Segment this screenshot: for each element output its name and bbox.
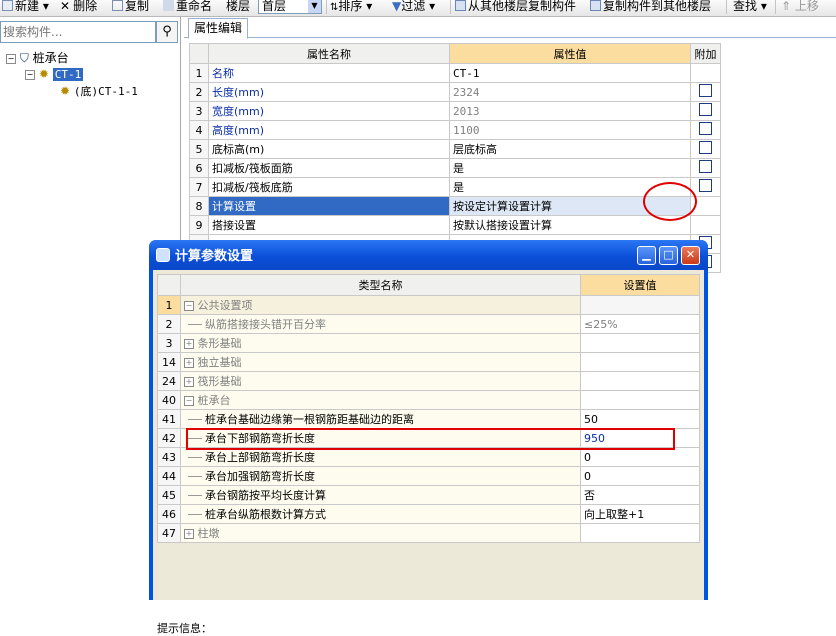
table-row[interactable]: 1 名称 CT-1	[189, 63, 721, 83]
copy-from-floor-button[interactable]: 从其他楼层复制构件	[455, 0, 576, 14]
annotation-highlight-box	[186, 428, 675, 450]
tree-node-ct1-1[interactable]: ✹ (底)CT-1-1	[60, 83, 138, 99]
table-row[interactable]: 6 扣减板/筏板面筋 是	[189, 158, 721, 178]
expand-icon[interactable]: +	[184, 339, 194, 349]
table-row[interactable]: 41 桩承台基础边缘第一根钢筋距基础边的距离 50	[157, 409, 700, 429]
collapse-icon[interactable]: −	[25, 70, 35, 80]
table-row[interactable]: 46 桩承台纵筋根数计算方式 向上取整+1	[157, 504, 700, 524]
table-row[interactable]: 4 高度(mm) 1100	[189, 120, 721, 140]
search-input[interactable]: 搜索构件...	[0, 21, 156, 43]
expand-icon[interactable]: +	[184, 358, 194, 368]
app-icon	[156, 248, 170, 262]
minimize-icon: ▁	[642, 248, 651, 261]
pile-cap-icon: ⛉	[19, 51, 29, 65]
table-row[interactable]: 43 承台上部钢筋弯折长度 0	[157, 447, 700, 467]
close-icon: ✕	[685, 248, 696, 261]
copy-to-floor-icon	[590, 0, 601, 11]
property-tabstrip: 属性编辑	[184, 17, 836, 39]
dialog-title: 计算参数设置	[175, 249, 254, 264]
arrow-up-icon: ⇑	[781, 0, 792, 13]
column-header-value: 属性值	[449, 43, 691, 64]
search-icon: ⚲	[162, 24, 172, 39]
maximize-button[interactable]: □	[659, 246, 678, 265]
gear-icon: ✹	[60, 84, 71, 98]
table-row[interactable]: 14 + 独立基础	[157, 352, 700, 372]
table-row[interactable]: 47 + 柱墩	[157, 523, 700, 543]
filter-button[interactable]: ▼过滤 ▾	[392, 0, 435, 14]
annotation-circle	[643, 182, 697, 221]
table-row[interactable]: 45 承台钢筋按平均长度计算 否	[157, 485, 700, 505]
extra-checkbox[interactable]	[699, 84, 712, 97]
toolbar: 新建 ▾ ✕ 删除 复制 重命名 楼层 首层 ▼ ⇅排序 ▾ ▼过滤 ▾ 从其他楼层…	[0, 0, 836, 17]
copy-to-floor-button[interactable]: 复制构件到其他楼层	[590, 0, 711, 14]
new-button[interactable]: 新建 ▾	[2, 0, 49, 14]
tree-node-pile-cap[interactable]: − ⛉ 桩承台	[6, 50, 69, 66]
table-row[interactable]: 2 纵筋搭接接头错开百分率 ≤25%	[157, 314, 700, 334]
collapse-icon[interactable]: −	[6, 54, 16, 64]
tab-property-edit[interactable]: 属性编辑	[188, 18, 249, 39]
table-row[interactable]: 5 底标高(m) 层底标高	[189, 139, 721, 159]
floor-label: 楼层	[226, 0, 251, 13]
table-row[interactable]: 7 扣减板/筏板底筋 是	[189, 177, 721, 197]
column-header-extra: 附加	[690, 43, 721, 64]
maximize-icon: □	[663, 248, 674, 261]
gear-icon: ✹	[38, 67, 49, 81]
copy-icon	[112, 0, 123, 11]
collapse-icon[interactable]: −	[184, 396, 194, 406]
close-button[interactable]: ✕	[681, 246, 700, 265]
column-header-type-name: 类型名称	[180, 274, 581, 296]
table-row[interactable]: 24 + 筏形基础	[157, 371, 700, 391]
copy-from-floor-icon	[455, 0, 466, 11]
table-row-selected[interactable]: 8 计算设置 按设定计算设置计算	[189, 196, 721, 216]
delete-button[interactable]: ✕ 删除	[60, 0, 97, 14]
dialog-titlebar[interactable]: 计算参数设置 ▁ □ ✕	[149, 240, 708, 270]
table-row[interactable]: 40 − 桩承台	[157, 390, 700, 410]
table-row[interactable]: 44 承台加强钢筋弯折长度 0	[157, 466, 700, 486]
table-row[interactable]: 1 − 公共设置项	[157, 295, 700, 315]
delete-icon: ✕	[60, 0, 71, 13]
floor-select[interactable]: 首层 ▼	[258, 0, 322, 14]
expand-icon[interactable]: +	[184, 529, 194, 539]
find-button[interactable]: 查找 ▾	[733, 0, 767, 14]
search-button[interactable]: ⚲	[156, 21, 178, 43]
column-header-name: 属性名称	[208, 43, 450, 64]
tree-node-ct1[interactable]: − ✹ CT-1	[25, 66, 84, 82]
property-table: 属性名称 属性值 附加 1 名称 CT-1 2 长度(mm) 2324 3 宽度…	[189, 43, 721, 273]
params-table: 类型名称 设置值 1 − 公共设置项 2 纵筋搭接接头错开百分率 ≤25% 3 …	[157, 274, 700, 543]
chevron-down-icon: ▼	[308, 0, 321, 13]
column-header-setting: 设置值	[580, 274, 700, 296]
table-row[interactable]: 9 搭接设置 按默认搭接设置计算	[189, 215, 721, 235]
extra-checkbox[interactable]	[699, 122, 712, 135]
calc-params-dialog: 计算参数设置 ▁ □ ✕ 类型名称 设置值 1 − 公共设置项 2 纵筋搭接接头…	[149, 240, 708, 635]
extra-checkbox[interactable]	[699, 141, 712, 154]
rename-button[interactable]: 重命名	[163, 0, 212, 14]
collapse-icon[interactable]: −	[184, 301, 194, 311]
copy-button[interactable]: 复制	[112, 0, 149, 14]
hint-label: 提示信息：	[157, 622, 212, 635]
extra-checkbox[interactable]	[699, 179, 712, 192]
new-icon	[2, 0, 13, 11]
table-row[interactable]: 2 长度(mm) 2324	[189, 82, 721, 102]
sort-button[interactable]: ⇅排序 ▾	[330, 0, 372, 14]
extra-checkbox[interactable]	[699, 160, 712, 173]
table-row[interactable]: 3 宽度(mm) 2013	[189, 101, 721, 121]
move-up-button[interactable]: ⇑ 上移	[781, 0, 819, 14]
minimize-button[interactable]: ▁	[637, 246, 656, 265]
table-row[interactable]: 3 + 条形基础	[157, 333, 700, 353]
filter-icon: ▼	[392, 0, 402, 13]
rename-icon	[163, 0, 174, 11]
expand-icon[interactable]: +	[184, 377, 194, 387]
extra-checkbox[interactable]	[699, 103, 712, 116]
